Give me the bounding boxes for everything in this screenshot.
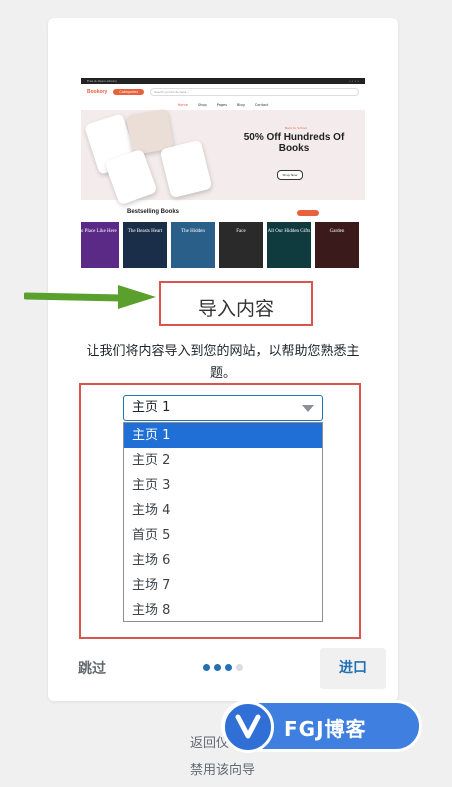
watermark-logo-icon bbox=[222, 701, 274, 753]
step-dot bbox=[203, 664, 210, 671]
demo-content-select[interactable]: 主页 1 bbox=[123, 395, 323, 421]
watermark-badge: FGJ博客 bbox=[221, 700, 422, 753]
preview-category-button: Categories bbox=[113, 89, 145, 95]
disable-wizard-link[interactable]: 禁用该向导 bbox=[190, 759, 255, 778]
preview-book-cover: The Beasts Heart bbox=[123, 222, 167, 268]
green-arrow-icon bbox=[24, 285, 156, 309]
select-option[interactable]: 主场 6 bbox=[124, 548, 322, 573]
preview-book-cover: The Hidden bbox=[171, 222, 215, 268]
select-value: 主页 1 bbox=[132, 400, 171, 415]
select-option[interactable]: 主页 2 bbox=[124, 448, 322, 473]
select-option[interactable]: 主场 7 bbox=[124, 573, 322, 598]
watermark-text: FGJ博客 bbox=[284, 717, 367, 741]
preview-book-cover: Garden bbox=[315, 222, 359, 268]
preview-hero-button: Shop Now bbox=[277, 170, 303, 180]
preview-book-cover: All Our Hidden Gifts bbox=[267, 222, 311, 268]
page-title: 导入内容 bbox=[197, 298, 274, 320]
select-option[interactable]: 主页 3 bbox=[124, 473, 322, 498]
select-option[interactable]: 主场 4 bbox=[124, 498, 322, 523]
preview-hero-title: 50% Off Hundreds Of Books bbox=[243, 132, 345, 154]
preview-book-covers: No Place Like Here The Beasts Heart The Hi… bbox=[81, 222, 365, 268]
select-option[interactable]: 首页 5 bbox=[124, 523, 322, 548]
step-dot bbox=[236, 664, 243, 671]
skip-button[interactable]: 跳过 bbox=[78, 658, 106, 678]
preview-logo: Bookory bbox=[87, 89, 108, 95]
preview-book-cover: Face bbox=[219, 222, 263, 268]
select-option[interactable]: 主页 1 bbox=[124, 423, 322, 448]
preview-hero-banner: Back to School 50% Off Hundreds Of Books… bbox=[81, 108, 365, 206]
preview-bestselling-heading: Bestselling Books bbox=[127, 209, 180, 215]
theme-preview-image: Free & Open Library • • • • Bookory Categ… bbox=[81, 78, 365, 268]
preview-hero-kicker: Back to School bbox=[284, 126, 308, 130]
import-button[interactable]: 进口 bbox=[320, 648, 386, 689]
page-description: 让我们将内容导入到您的网站，以帮助您熟悉主题。 bbox=[86, 344, 360, 381]
preview-nav: Home Shop Pages Blog Contact bbox=[177, 103, 269, 107]
step-dot bbox=[214, 664, 221, 671]
select-options-list: 主页 1 主页 2 主页 3 主场 4 首页 5 主场 6 主场 7 主场 8 bbox=[123, 422, 323, 622]
preview-topbar-text: Free & Open Library bbox=[87, 79, 118, 83]
step-indicator bbox=[203, 664, 243, 671]
select-option[interactable]: 主场 8 bbox=[124, 598, 322, 623]
chevron-down-icon bbox=[302, 405, 314, 412]
preview-book-cover: No Place Like Here bbox=[81, 222, 119, 268]
preview-view-all-button bbox=[297, 210, 319, 216]
preview-search: Search products here... bbox=[150, 88, 359, 96]
step-dot bbox=[225, 664, 232, 671]
